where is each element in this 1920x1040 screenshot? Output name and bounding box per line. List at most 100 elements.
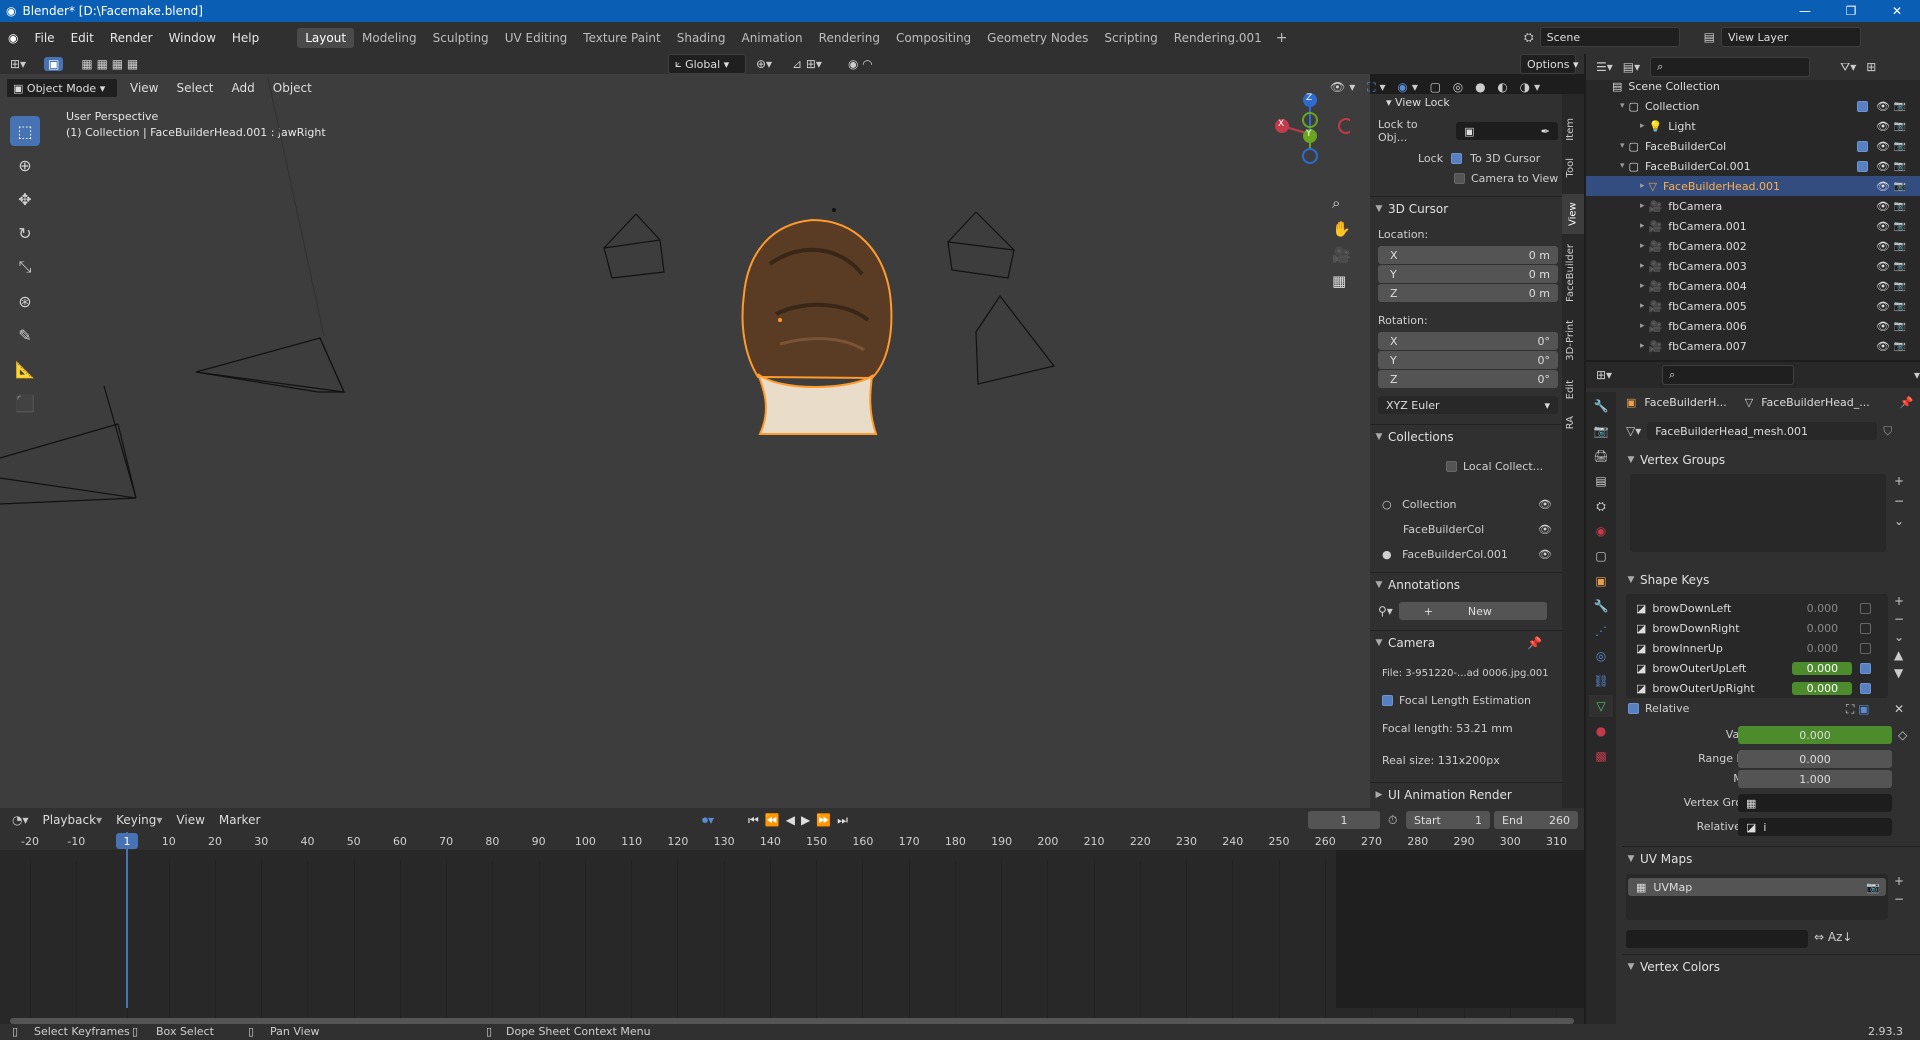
render-camera-icon[interactable]: 📷: [1894, 121, 1906, 132]
outliner-row[interactable]: ▸ 💡 Light 👁 📷: [1586, 116, 1920, 136]
sort-icons[interactable]: ⇔ Az↓: [1814, 930, 1852, 944]
proportional-edit-icon[interactable]: ◉ ◠: [848, 57, 873, 71]
tab-modeling[interactable]: Modeling: [354, 28, 425, 48]
outliner-row[interactable]: ▸ 🎥 fbCamera.002 👁 📷: [1586, 236, 1920, 256]
remove-icon[interactable]: −: [1894, 892, 1904, 906]
collection-item-0[interactable]: ○ Collection 👁: [1382, 498, 1558, 511]
camera-to-view-checkbox[interactable]: [1454, 173, 1465, 184]
current-frame-field[interactable]: 1: [1308, 811, 1380, 829]
editor-type-icon[interactable]: ◔▾: [12, 813, 29, 827]
outliner-row[interactable]: ▸ 🎥 fbCamera.001 👁 📷: [1586, 216, 1920, 236]
shape-key-row[interactable]: ◪ browInnerUp 0.000: [1636, 638, 1916, 658]
eye-icon[interactable]: 👁: [1876, 260, 1890, 273]
vertex-groups-list[interactable]: [1630, 474, 1886, 552]
shape-key-row[interactable]: ◪ browOuterUpRight 0.000: [1636, 678, 1916, 698]
scene-icon[interactable]: ⛭: [1524, 30, 1534, 45]
shape-key-value-slider[interactable]: 0.000: [1738, 726, 1892, 744]
expand-right-icon[interactable]: ▸: [1640, 241, 1645, 251]
camera-section[interactable]: ▼ Camera 📌: [1370, 630, 1562, 654]
menu-render[interactable]: Render: [102, 31, 161, 45]
eye-icon[interactable]: 👁: [1876, 140, 1890, 153]
eye-icon[interactable]: 👁: [1876, 100, 1890, 113]
expand-down-icon[interactable]: ▾: [1620, 161, 1625, 171]
focal-estimation-checkbox[interactable]: [1382, 695, 1393, 706]
vertex-colors-section[interactable]: ▼ Vertex Colors: [1622, 954, 1920, 978]
eye-icon[interactable]: 👁: [1876, 240, 1890, 253]
vertex-group-field[interactable]: ▦: [1738, 794, 1892, 812]
rotation-mode-dropdown[interactable]: XYZ Euler ▾: [1378, 396, 1558, 414]
render-camera-icon[interactable]: 📷: [1894, 201, 1906, 212]
expand-right-icon[interactable]: ▸: [1640, 121, 1645, 131]
cursor-location-x[interactable]: X 0 m: [1378, 246, 1558, 264]
cursor-location-y[interactable]: Y 0 m: [1378, 265, 1558, 283]
render-camera-icon[interactable]: 📷: [1894, 101, 1906, 112]
timeline-menu-marker[interactable]: Marker: [219, 813, 260, 827]
view-layer-icon[interactable]: ▤: [1704, 30, 1715, 44]
render-camera-icon[interactable]: 📷: [1894, 241, 1906, 252]
camera-view-icon[interactable]: 🎥: [1332, 246, 1351, 264]
outliner-row[interactable]: ▸ 🎥 fbCamera.003 👁 📷: [1586, 256, 1920, 276]
shape-key-value[interactable]: 0.000: [1792, 681, 1853, 695]
expand-right-icon[interactable]: ▸: [1640, 281, 1645, 291]
new-collection-icon[interactable]: ⊞: [1866, 60, 1876, 74]
timeline-menu-keying[interactable]: Keying: [116, 813, 156, 827]
eye-icon[interactable]: 👁: [1538, 523, 1552, 536]
tab-texture-paint[interactable]: Texture Paint: [575, 28, 668, 48]
tab-geometry-nodes[interactable]: Geometry Nodes: [979, 28, 1096, 48]
menu-window[interactable]: Window: [161, 31, 224, 45]
render-camera-icon[interactable]: 📷: [1894, 261, 1906, 272]
render-camera-icon[interactable]: 📷: [1894, 281, 1906, 292]
render-camera-icon[interactable]: 📷: [1894, 341, 1906, 352]
outliner-row[interactable]: ▸ 🎥 fbCamera.005 👁 📷: [1586, 296, 1920, 316]
editor-type-icon[interactable]: ⊞▾: [10, 57, 26, 71]
local-collection-checkbox[interactable]: [1446, 461, 1457, 472]
shape-key-value[interactable]: 0.000: [1792, 622, 1852, 635]
cursor-location-z[interactable]: Z 0 m: [1378, 284, 1558, 302]
shape-key-edit-mode-icon[interactable]: ⛶ ▣: [1846, 702, 1870, 717]
mesh-name-field[interactable]: FaceBuilderHead_mesh.001: [1647, 422, 1878, 440]
exclude-checkbox[interactable]: [1857, 140, 1868, 152]
render-camera-icon[interactable]: 📷: [1894, 321, 1906, 332]
shape-key-row[interactable]: ◪ browOuterUpLeft 0.000: [1636, 658, 1916, 678]
fake-user-shield-icon[interactable]: ⛉: [1883, 424, 1892, 439]
shape-key-value[interactable]: 0.000: [1792, 661, 1853, 675]
expand-right-icon[interactable]: ▸: [1640, 221, 1645, 231]
outliner-scene-collection[interactable]: ▤ Scene Collection: [1586, 76, 1920, 96]
render-camera-icon[interactable]: 📷: [1894, 181, 1906, 192]
expand-down-icon[interactable]: ▾: [1620, 101, 1625, 111]
uv-map-item[interactable]: ▦ UVMap 📷: [1628, 878, 1886, 896]
vertex-groups-section[interactable]: ▼ Vertex Groups: [1622, 448, 1920, 472]
move-up-icon[interactable]: ▲: [1894, 648, 1904, 662]
uv-maps-section[interactable]: ▼ UV Maps: [1622, 846, 1920, 870]
render-camera-icon[interactable]: 📷: [1894, 141, 1906, 152]
annotation-type-icon[interactable]: ⚲▾: [1378, 604, 1393, 618]
close-button[interactable]: ✕: [1874, 0, 1920, 22]
constraints-tab-icon[interactable]: ⛓: [1589, 670, 1613, 692]
active-render-camera-icon[interactable]: 📷: [1866, 881, 1880, 894]
shape-key-mute-checkbox[interactable]: [1860, 602, 1872, 614]
expand-right-icon[interactable]: ▸: [1640, 341, 1645, 351]
chevron-down-icon[interactable]: ⌄: [1894, 514, 1904, 528]
cursor-rotation-y[interactable]: Y 0°: [1378, 351, 1558, 369]
data-tab-icon[interactable]: ▽: [1589, 695, 1613, 717]
record-icon[interactable]: ⏺▾: [702, 813, 714, 828]
shape-key-mute-checkbox[interactable]: [1860, 682, 1872, 694]
exclude-checkbox[interactable]: [1857, 100, 1868, 112]
sidebar-tab-edit[interactable]: Edit: [1565, 380, 1576, 399]
3d-cursor-section[interactable]: ▼ 3D Cursor: [1370, 196, 1562, 220]
mesh-data-icon[interactable]: ▽▾: [1626, 424, 1641, 438]
material-tab-icon[interactable]: ●: [1589, 720, 1613, 742]
tab-shading[interactable]: Shading: [669, 28, 734, 48]
physics-tab-icon[interactable]: ◎: [1589, 645, 1613, 667]
tab-layout[interactable]: Layout: [297, 28, 355, 48]
cursor-rotation-z[interactable]: Z 0°: [1378, 370, 1558, 388]
to-3d-cursor-checkbox[interactable]: [1451, 153, 1463, 164]
modifier-tab-icon[interactable]: 🔧: [1589, 595, 1613, 617]
scene-tab-icon[interactable]: ⛭: [1589, 495, 1613, 517]
eye-icon[interactable]: 👁: [1876, 180, 1890, 193]
collection-tab-icon[interactable]: ▢: [1589, 545, 1613, 567]
ui-animation-render-section[interactable]: ▶ UI Animation Render: [1370, 782, 1562, 806]
eye-icon[interactable]: 👁: [1876, 340, 1890, 353]
outliner-row[interactable]: ▸ 🎥 fbCamera.004 👁 📷: [1586, 276, 1920, 296]
relative-to-field[interactable]: ◪ i: [1738, 818, 1892, 836]
